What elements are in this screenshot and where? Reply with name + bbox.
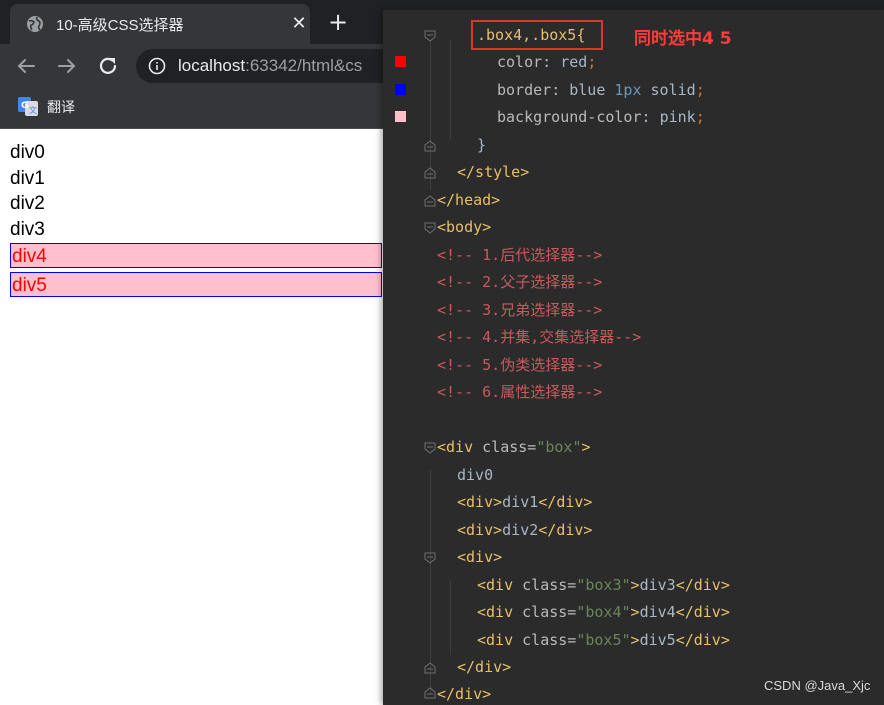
google-translate-icon[interactable]: G 文 <box>18 96 38 116</box>
code-line-background[interactable]: background-color: pink; <box>497 107 705 127</box>
code-line-div1[interactable]: <div>div1</div> <box>457 492 592 512</box>
code-line-box4[interactable]: <div class="box4">div4</div> <box>477 602 730 622</box>
rendered-div3: div3 <box>10 219 45 240</box>
tab-title: 10-高级CSS选择器 <box>56 17 184 34</box>
code-line-div2[interactable]: <div>div2</div> <box>457 520 592 540</box>
rendered-div0: div0 <box>10 142 45 163</box>
rendered-div1: div1 <box>10 168 45 189</box>
code-line-close-brace[interactable]: } <box>477 135 486 155</box>
url-text: localhost:63342/html&cs <box>178 56 362 76</box>
back-arrow-icon[interactable] <box>12 52 40 80</box>
fold-marker-icon[interactable] <box>424 662 436 674</box>
indent-guide <box>450 40 451 140</box>
fold-marker-icon[interactable] <box>424 167 436 179</box>
close-tab-icon[interactable]: ✕ <box>288 13 310 35</box>
code-comment-3[interactable]: <!-- 3.兄弟选择器--> <box>437 300 602 320</box>
fold-marker-icon[interactable] <box>424 552 436 564</box>
fold-marker-icon[interactable] <box>424 140 436 152</box>
code-line-border[interactable]: border: blue 1px solid; <box>497 80 705 100</box>
rendered-div4-selected: div4 <box>10 243 382 268</box>
svg-text:G: G <box>21 101 28 111</box>
code-line-div-inner-close[interactable]: </div> <box>457 657 511 677</box>
code-line-div-box[interactable]: <div class="box"> <box>437 437 591 457</box>
code-line-div-open[interactable]: <div> <box>457 547 502 567</box>
watermark-text: CSDN @Java_Xjc <box>764 678 871 693</box>
code-line-div0-text[interactable]: div0 <box>457 465 493 485</box>
indent-guide <box>450 580 451 655</box>
new-tab-button[interactable]: + <box>324 8 352 36</box>
code-line-head-close[interactable]: </head> <box>437 190 500 210</box>
code-line-div-outer-close[interactable]: </div> <box>437 684 491 704</box>
bookmark-translate-label[interactable]: 翻译 <box>47 97 75 117</box>
fold-marker-icon[interactable] <box>424 442 436 454</box>
code-line-style-close[interactable]: </style> <box>457 162 529 182</box>
url-host: localhost <box>178 56 246 75</box>
reload-icon[interactable] <box>94 52 122 80</box>
code-comment-4[interactable]: <!-- 4.并集,交集选择器--> <box>437 327 641 347</box>
color-swatch-pink[interactable] <box>395 111 406 122</box>
fold-marker-icon[interactable] <box>424 222 436 234</box>
fold-marker-icon[interactable] <box>424 687 436 699</box>
tab-active[interactable]: 10-高级CSS选择器 ✕ <box>10 4 310 44</box>
code-editor-panel[interactable]: 同时选中4 5 .box4,.box5{ color: red; border:… <box>383 10 884 705</box>
fold-marker-icon[interactable] <box>424 30 436 42</box>
code-comment-2[interactable]: <!-- 2.父子选择器--> <box>437 272 602 292</box>
svg-text:文: 文 <box>29 105 37 115</box>
color-swatch-blue[interactable] <box>395 84 406 95</box>
code-line-color[interactable]: color: red; <box>497 52 596 72</box>
fold-marker-icon[interactable] <box>424 195 436 207</box>
code-line-selector[interactable]: .box4,.box5{ <box>477 25 585 45</box>
code-line-box5[interactable]: <div class="box5">div5</div> <box>477 630 730 650</box>
code-comment-5[interactable]: <!-- 5.伪类选择器--> <box>437 355 602 375</box>
info-icon[interactable] <box>148 57 166 75</box>
code-comment-1[interactable]: <!-- 1.后代选择器--> <box>437 245 602 265</box>
code-comment-6[interactable]: <!-- 6.属性选择器--> <box>437 382 602 402</box>
code-line-box3[interactable]: <div class="box3">div3</div> <box>477 575 730 595</box>
rendered-div5-selected: div5 <box>10 272 382 297</box>
color-swatch-red[interactable] <box>395 56 406 67</box>
rendered-div2: div2 <box>10 193 45 214</box>
globe-icon <box>27 16 43 32</box>
annotation-text: 同时选中4 5 <box>634 29 732 49</box>
code-line-body-open[interactable]: <body> <box>437 217 491 237</box>
url-path: :63342/html&cs <box>245 56 363 75</box>
forward-arrow-icon[interactable] <box>53 52 81 80</box>
